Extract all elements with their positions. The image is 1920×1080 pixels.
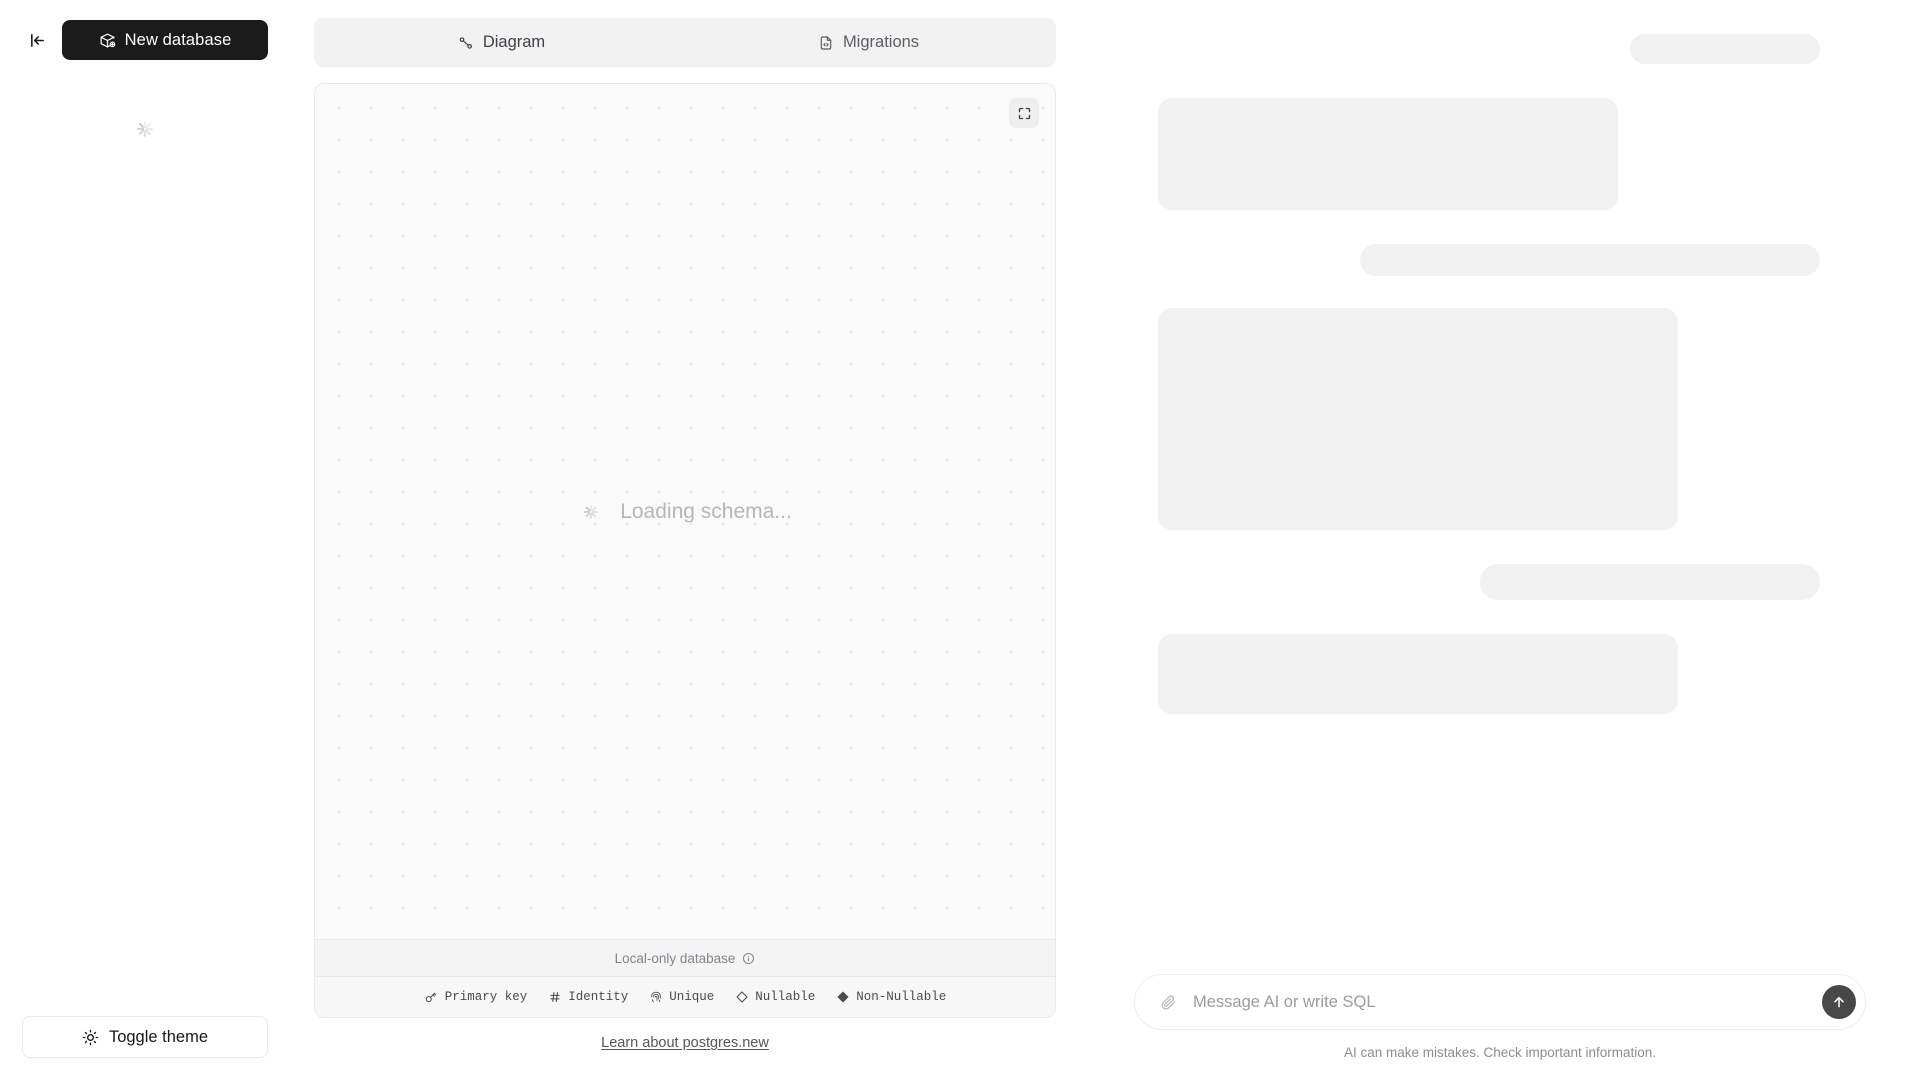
legend-label: Non-Nullable <box>856 990 947 1004</box>
workspace-tabbar: Diagram Migrations <box>314 18 1056 67</box>
spinner-icon <box>578 499 604 525</box>
composer-area: AI can make mistakes. Check important in… <box>1118 974 1882 1060</box>
legend-item-non-nullable: Non-Nullable <box>835 990 946 1005</box>
schema-loading-indicator: Loading schema... <box>315 499 1055 525</box>
sun-icon <box>82 1029 99 1046</box>
sidebar-content <box>22 62 268 1006</box>
new-database-label: New database <box>124 30 232 49</box>
legend-item-primary-key: Primary key <box>424 990 528 1005</box>
schema-loading-text: Loading schema... <box>620 499 792 523</box>
chat-skeleton-block <box>1158 308 1678 530</box>
chat-skeleton-block <box>1630 34 1820 64</box>
legend-item-identity: Identity <box>547 990 628 1005</box>
diagram-canvas[interactable]: Loading schema... <box>315 84 1055 939</box>
legend-item-unique: Unique <box>648 990 714 1005</box>
spinner-icon <box>130 114 160 144</box>
toggle-theme-label: Toggle theme <box>108 1027 209 1046</box>
chat-skeleton-block <box>1158 634 1678 714</box>
chat-message-input[interactable] <box>1181 975 1807 1029</box>
sidebar-footer: Toggle theme <box>22 1006 268 1058</box>
diamond-filled-icon <box>835 990 850 1005</box>
diagram-panel: Loading schema... Local-only database Pr… <box>314 83 1056 1018</box>
fullscreen-expand-icon[interactable] <box>1009 98 1039 128</box>
chat-skeleton-list <box>1118 34 1882 974</box>
sidebar-header: New database <box>22 18 268 62</box>
legend-label: Unique <box>669 990 715 1004</box>
toggle-theme-button[interactable]: Toggle theme <box>22 1016 268 1058</box>
local-only-database-bar: Local-only database <box>315 939 1055 976</box>
panel-collapse-left-icon[interactable] <box>22 25 52 55</box>
legend-item-nullable: Nullable <box>734 990 815 1005</box>
chat-skeleton-block <box>1158 98 1618 210</box>
paperclip-icon[interactable] <box>1155 989 1181 1015</box>
chat-panel: AI can make mistakes. Check important in… <box>1080 0 1920 1080</box>
send-message-button[interactable] <box>1822 985 1856 1019</box>
arrow-up-icon <box>1831 994 1847 1010</box>
diamond-outline-icon <box>734 990 749 1005</box>
tab-migrations[interactable]: Migrations <box>685 22 1052 63</box>
legend-label: Identity <box>568 990 629 1004</box>
diagram-legend: Primary key Identity Unique Nullable Non… <box>315 976 1055 1017</box>
chat-skeleton-block <box>1360 244 1820 276</box>
hash-icon <box>547 990 562 1005</box>
key-icon <box>424 990 439 1005</box>
chat-composer[interactable] <box>1134 974 1866 1030</box>
new-database-button[interactable]: New database <box>62 20 268 60</box>
chat-skeleton-block <box>1480 564 1820 600</box>
tab-diagram[interactable]: Diagram <box>318 22 685 63</box>
schema-nodes-icon <box>458 35 474 51</box>
local-only-database-label: Local-only database <box>614 950 736 966</box>
fingerprint-icon <box>648 990 663 1005</box>
legend-label: Primary key <box>444 990 528 1004</box>
file-code-icon <box>818 35 834 51</box>
tab-migrations-label: Migrations <box>842 33 920 51</box>
sidebar: New database Toggle theme <box>0 0 290 1080</box>
learn-link-container: Learn about postgres.new <box>314 1022 1056 1064</box>
workspace: Diagram Migrations Loading schema... Loc… <box>290 0 1080 1080</box>
tab-diagram-label: Diagram <box>482 33 546 51</box>
info-circle-icon[interactable] <box>742 952 755 965</box>
app-root: New database Toggle theme Diagram Migrat… <box>0 0 1920 1080</box>
ai-disclaimer: AI can make mistakes. Check important in… <box>1343 1045 1657 1060</box>
learn-about-postgres-new-link[interactable]: Learn about postgres.new <box>601 1035 769 1051</box>
database-box-icon <box>99 32 116 49</box>
legend-label: Nullable <box>755 990 816 1004</box>
